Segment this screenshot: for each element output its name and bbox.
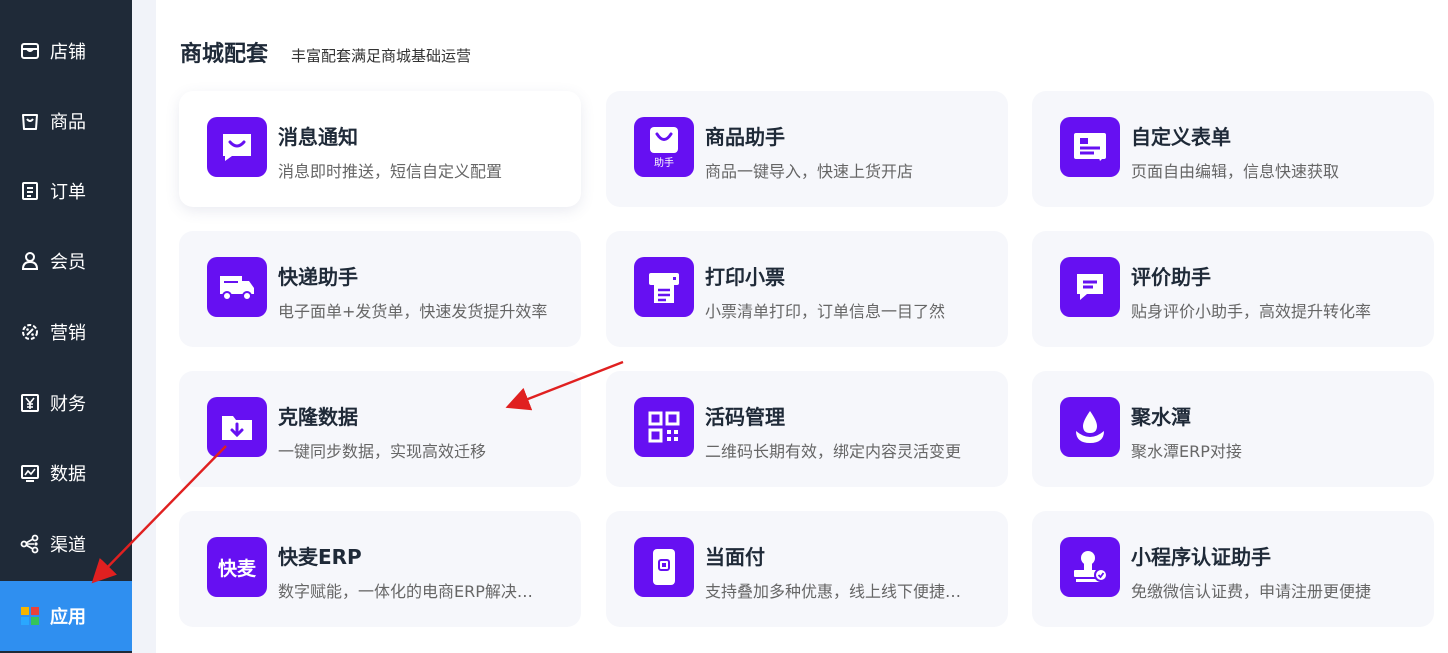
apps-icon [19,605,41,627]
message-icon [207,117,267,177]
app-card-message-notify[interactable]: 消息通知 消息即时推送，短信自定义配置 [179,91,581,207]
app-card-review-helper[interactable]: 评价助手 贴身评价小助手，高效提升转化率 [1032,231,1434,347]
sidebar: 店铺 商品 订单 会员 营销 财务 数据 渠道 应用 [0,0,132,653]
sidebar-item-members[interactable]: 会员 [0,226,132,296]
card-title: 打印小票 [705,265,785,289]
card-title: 小程序认证助手 [1131,545,1271,569]
sidebar-item-finance[interactable]: 财务 [0,368,132,438]
sidebar-item-label: 商品 [50,112,86,133]
app-card-custom-form[interactable]: 自定义表单 页面自由编辑，信息快速获取 [1032,91,1434,207]
card-title: 评价助手 [1131,265,1211,289]
card-title: 自定义表单 [1131,125,1231,149]
stamp-icon [1060,537,1120,597]
sidebar-item-label: 财务 [50,394,86,415]
sidebar-item-products[interactable]: 商品 [0,86,132,156]
sidebar-item-label: 数据 [50,464,86,485]
sidebar-item-shop[interactable]: 店铺 [0,16,132,86]
comment-icon [1060,257,1120,317]
sidebar-item-marketing[interactable]: 营销 [0,297,132,367]
section-title: 商城配套 [180,42,269,67]
order-icon [19,180,41,202]
sidebar-item-label: 店铺 [50,42,86,63]
sidebar-item-label: 应用 [50,607,86,628]
card-desc: 聚水潭ERP对接 [1131,442,1242,461]
phone-pay-icon [634,537,694,597]
card-desc: 商品一键导入，快速上货开店 [705,162,914,181]
app-card-product-helper[interactable]: 助手 商品助手 商品一键导入，快速上货开店 [606,91,1008,207]
truck-icon [207,257,267,317]
app-card-clone-data[interactable]: 克隆数据 一键同步数据，实现高效迁移 [179,371,581,487]
printer-icon [634,257,694,317]
card-title: 快麦ERP [278,545,362,569]
sidebar-gutter [132,0,156,653]
card-desc: 二维码长期有效，绑定内容灵活变更 [705,442,962,461]
finance-icon [19,392,41,414]
card-desc: 数字赋能，一体化的电商ERP解决方案 [278,582,548,601]
sidebar-item-label: 订单 [50,182,86,203]
water-drop-icon [1060,397,1120,457]
card-desc: 页面自由编辑，信息快速获取 [1131,162,1340,181]
app-card-print-receipt[interactable]: 打印小票 小票清单打印，订单信息一目了然 [606,231,1008,347]
card-desc: 消息即时推送，短信自定义配置 [278,162,503,181]
app-card-express-helper[interactable]: 快递助手 电子面单+发货单，快速发货提升效率 [179,231,581,347]
card-title: 活码管理 [705,405,785,429]
bag-icon [19,110,41,132]
app-card-miniapp-cert[interactable]: 小程序认证助手 免缴微信认证费，申请注册更便捷 [1032,511,1434,627]
card-desc: 电子面单+发货单，快速发货提升效率 [278,302,548,321]
clone-folder-icon [207,397,267,457]
app-card-jushuitan[interactable]: 聚水潭 聚水潭ERP对接 [1032,371,1434,487]
user-icon [19,250,41,272]
sidebar-item-data[interactable]: 数据 [0,438,132,508]
marketing-icon [19,321,41,343]
card-desc: 支持叠加多种优惠，线上线下便捷收款 [705,582,975,601]
form-icon [1060,117,1120,177]
shop-icon [19,40,41,62]
card-title: 聚水潭 [1131,405,1191,429]
kuaimai-logo-icon: 快麦 [207,537,267,597]
sidebar-item-orders[interactable]: 订单 [0,156,132,226]
sidebar-item-channels[interactable]: 渠道 [0,509,132,579]
card-desc: 小票清单打印，订单信息一目了然 [705,302,946,321]
card-title: 当面付 [705,545,765,569]
card-desc: 免缴微信认证费，申请注册更便捷 [1131,582,1372,601]
qrcode-icon [634,397,694,457]
card-title: 克隆数据 [278,405,358,429]
card-title: 快递助手 [278,265,358,289]
sidebar-item-label: 会员 [50,252,86,273]
card-title: 消息通知 [278,125,358,149]
sidebar-item-label: 营销 [50,323,86,344]
card-desc: 贴身评价小助手，高效提升转化率 [1131,302,1372,321]
card-desc: 一键同步数据，实现高效迁移 [278,442,487,461]
card-title: 商品助手 [705,125,785,149]
app-card-face-pay[interactable]: 当面付 支持叠加多种优惠，线上线下便捷收款 [606,511,1008,627]
section-subtitle: 丰富配套满足商城基础运营 [291,47,472,65]
sidebar-item-label: 渠道 [50,535,86,556]
chart-icon [19,462,41,484]
share-icon [19,533,41,555]
app-card-qrcode-manage[interactable]: 活码管理 二维码长期有效，绑定内容灵活变更 [606,371,1008,487]
app-card-kuaimai-erp[interactable]: 快麦 快麦ERP 数字赋能，一体化的电商ERP解决方案 [179,511,581,627]
product-helper-icon: 助手 [634,117,694,177]
sidebar-item-apps[interactable]: 应用 [0,581,132,651]
svg-text:助手: 助手 [654,156,674,169]
